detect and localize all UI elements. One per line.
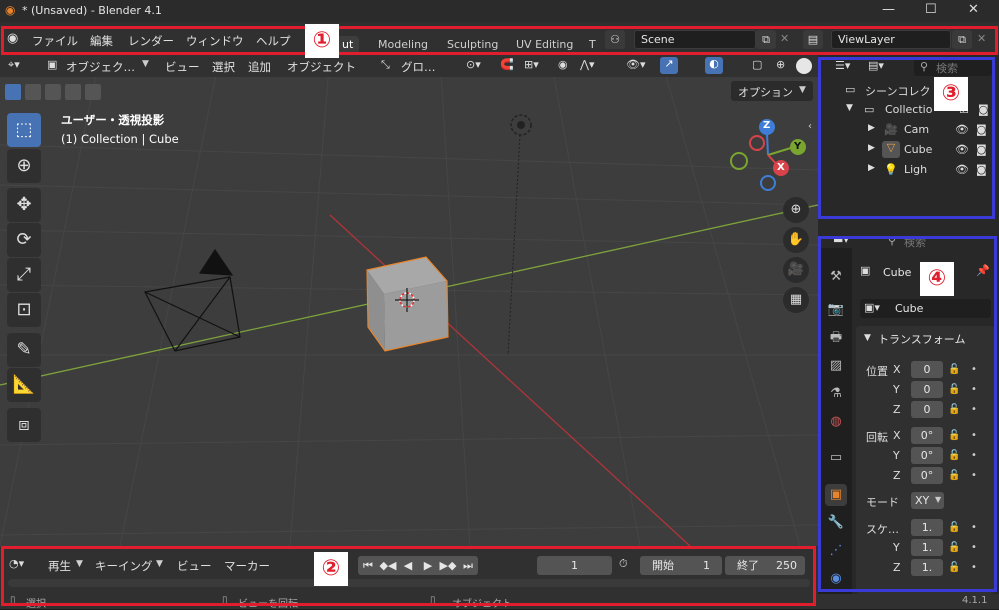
menu-object[interactable]: オブジェクト bbox=[287, 59, 356, 75]
3d-viewport[interactable]: Z Y X ⌖▾ ▣ オブジェク… ▼ ビュー 選択 追加 オブジェクト ⤡ グ… bbox=[0, 55, 818, 546]
options-dropdown[interactable]: オプション ▼ bbox=[731, 81, 813, 101]
menu-select[interactable]: 選択 bbox=[212, 59, 235, 75]
ortho-toggle-button[interactable]: ▦ bbox=[783, 287, 809, 313]
gizmo-z-label: Z bbox=[763, 120, 771, 131]
grid-icon: ▦ bbox=[789, 292, 803, 307]
cursor-icon: ⊕ bbox=[16, 155, 32, 176]
annotation-box-2 bbox=[1, 546, 816, 606]
gizmo-toggle-icon[interactable]: ↗ bbox=[660, 57, 678, 74]
annotate-tool[interactable]: ✎ bbox=[7, 333, 41, 367]
pan-button[interactable]: ✋ bbox=[783, 227, 809, 253]
mode-dropdown[interactable]: オブジェク… bbox=[66, 59, 135, 75]
mode-icon[interactable]: ▣ bbox=[47, 58, 57, 71]
annotation-badge-4: ④ bbox=[920, 262, 954, 296]
chevron-down-icon: ▼ bbox=[142, 59, 149, 69]
visibility-icon[interactable]: 👁▾ bbox=[626, 58, 646, 71]
annotate-icon: ✎ bbox=[16, 339, 32, 360]
title-bar: ◉ * (Unsaved) - Blender 4.1 — ☐ ✕ bbox=[0, 0, 999, 22]
snap-icon[interactable]: 🧲 bbox=[500, 58, 514, 71]
annotation-badge-1: ① bbox=[305, 24, 339, 58]
y-axis-line bbox=[329, 214, 691, 546]
select-invert-icon[interactable] bbox=[65, 84, 81, 100]
wireframe-shading-icon[interactable]: ⊕ bbox=[776, 58, 785, 71]
add-cube-tool[interactable]: ⧈ bbox=[7, 408, 41, 442]
selection-mode-buttons bbox=[5, 84, 101, 100]
camera-icon: 🎥 bbox=[787, 262, 805, 277]
annotation-box-1 bbox=[1, 26, 998, 55]
measure-tool[interactable]: 📐 bbox=[7, 368, 41, 402]
falloff-icon[interactable]: ⋀▾ bbox=[580, 58, 595, 71]
view-name-label: ユーザー・透視投影 bbox=[61, 113, 165, 127]
zoom-icon: ⊕ bbox=[790, 202, 802, 217]
transform-orientation-icon[interactable]: ⤡ bbox=[381, 58, 390, 72]
zoom-button[interactable]: ⊕ bbox=[783, 197, 809, 223]
camera-view-button[interactable]: 🎥 bbox=[783, 257, 809, 283]
select-box-icon: ⬚ bbox=[15, 119, 33, 140]
select-subtract-icon[interactable] bbox=[45, 84, 61, 100]
blender-logo-icon: ◉ bbox=[5, 3, 16, 17]
transform-tool[interactable]: ⊡ bbox=[7, 293, 41, 327]
annotation-box-4 bbox=[818, 236, 997, 592]
select-new-icon[interactable] bbox=[5, 84, 21, 100]
version-label: 4.1.1 bbox=[962, 595, 988, 606]
xray-icon[interactable]: ▢ bbox=[752, 58, 762, 71]
cursor-tool[interactable]: ⊕ bbox=[7, 149, 41, 183]
select-box-tool[interactable]: ⬚ bbox=[7, 113, 41, 147]
annotation-badge-3: ③ bbox=[934, 77, 968, 111]
collection-info-label: (1) Collection | Cube bbox=[61, 132, 179, 146]
scale-icon: ⤢ bbox=[16, 264, 32, 285]
move-tool[interactable]: ✥ bbox=[7, 188, 41, 222]
close-window-button[interactable]: ✕ bbox=[968, 2, 979, 17]
editor-type-icon[interactable]: ⌖▾ bbox=[8, 58, 20, 72]
options-label: オプション bbox=[738, 86, 793, 99]
scale-tool[interactable]: ⤢ bbox=[7, 258, 41, 292]
gizmo-y-label: Y bbox=[794, 141, 802, 152]
annotation-badge-2: ② bbox=[314, 552, 348, 586]
select-extend-icon[interactable] bbox=[25, 84, 41, 100]
sidebar-toggle-icon[interactable]: ‹ bbox=[808, 121, 812, 132]
transform-orientation-dropdown[interactable]: グロ… bbox=[401, 59, 436, 75]
chevron-down-icon: ▼ bbox=[799, 85, 806, 95]
transform-icon: ⊡ bbox=[16, 299, 32, 320]
proportional-edit-icon[interactable]: ◉ bbox=[558, 58, 568, 71]
overlay-toggle-icon[interactable]: ◐ bbox=[705, 57, 723, 74]
minimize-button[interactable]: — bbox=[882, 2, 895, 17]
menu-add[interactable]: 追加 bbox=[248, 59, 271, 75]
rotate-tool[interactable]: ⟳ bbox=[7, 223, 41, 257]
viewport-scene bbox=[0, 55, 818, 546]
select-intersect-icon[interactable] bbox=[85, 84, 101, 100]
window-title: * (Unsaved) - Blender 4.1 bbox=[22, 4, 162, 17]
solid-shading-icon[interactable] bbox=[796, 58, 812, 74]
annotation-box-3 bbox=[818, 57, 995, 219]
move-icon: ✥ bbox=[16, 194, 32, 215]
add-cube-icon: ⧈ bbox=[18, 414, 30, 435]
rotate-icon: ⟳ bbox=[16, 229, 32, 250]
maximize-button[interactable]: ☐ bbox=[925, 2, 937, 17]
pivot-point-icon[interactable]: ⊙▾ bbox=[466, 58, 481, 71]
menu-view[interactable]: ビュー bbox=[165, 59, 200, 75]
hand-icon: ✋ bbox=[787, 232, 805, 247]
snap-increment-icon[interactable]: ⊞▾ bbox=[524, 58, 539, 71]
measure-icon: 📐 bbox=[12, 374, 36, 395]
gizmo-x-label: X bbox=[777, 162, 785, 173]
